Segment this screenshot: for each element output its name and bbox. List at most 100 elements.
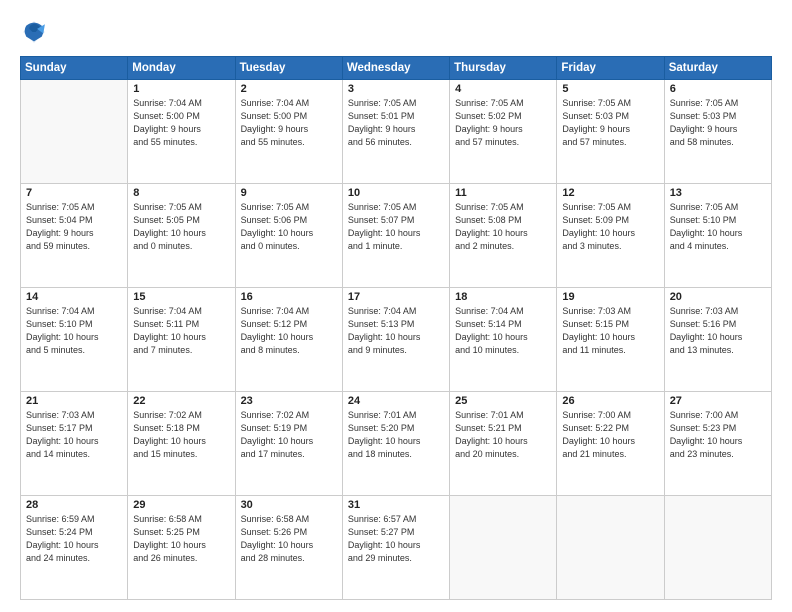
day-number: 9 [241, 187, 337, 199]
header [20, 18, 772, 46]
day-number: 19 [562, 291, 658, 303]
day-number: 22 [133, 395, 229, 407]
calendar-cell: 7 Sunrise: 7:05 AM Sunset: 5:04 PM Daylig… [21, 184, 128, 288]
week-row-5: 28 Sunrise: 6:59 AM Sunset: 5:24 PM Dayli… [21, 496, 772, 600]
day-info: Sunrise: 7:01 AM Sunset: 5:20 PM Dayligh… [348, 409, 444, 461]
day-info: Sunrise: 7:03 AM Sunset: 5:15 PM Dayligh… [562, 305, 658, 357]
calendar-cell: 22 Sunrise: 7:02 AM Sunset: 5:18 PM Dayli… [128, 392, 235, 496]
calendar-cell: 18 Sunrise: 7:04 AM Sunset: 5:14 PM Dayli… [450, 288, 557, 392]
day-info: Sunrise: 6:59 AM Sunset: 5:24 PM Dayligh… [26, 513, 122, 565]
day-info: Sunrise: 7:02 AM Sunset: 5:19 PM Dayligh… [241, 409, 337, 461]
day-number: 15 [133, 291, 229, 303]
day-number: 3 [348, 83, 444, 95]
day-number: 25 [455, 395, 551, 407]
weekday-header-row: SundayMondayTuesdayWednesdayThursdayFrid… [21, 57, 772, 80]
day-info: Sunrise: 7:04 AM Sunset: 5:00 PM Dayligh… [241, 97, 337, 149]
day-number: 4 [455, 83, 551, 95]
day-number: 28 [26, 499, 122, 511]
day-number: 7 [26, 187, 122, 199]
calendar-cell: 2 Sunrise: 7:04 AM Sunset: 5:00 PM Daylig… [235, 80, 342, 184]
day-info: Sunrise: 7:02 AM Sunset: 5:18 PM Dayligh… [133, 409, 229, 461]
weekday-header-wednesday: Wednesday [342, 57, 449, 80]
calendar-cell: 24 Sunrise: 7:01 AM Sunset: 5:20 PM Dayli… [342, 392, 449, 496]
day-number: 26 [562, 395, 658, 407]
day-info: Sunrise: 7:03 AM Sunset: 5:17 PM Dayligh… [26, 409, 122, 461]
day-info: Sunrise: 7:05 AM Sunset: 5:04 PM Dayligh… [26, 201, 122, 253]
calendar-cell: 8 Sunrise: 7:05 AM Sunset: 5:05 PM Daylig… [128, 184, 235, 288]
day-number: 23 [241, 395, 337, 407]
calendar-table: SundayMondayTuesdayWednesdayThursdayFrid… [20, 56, 772, 600]
calendar-cell: 21Sunrise: 7:03 AM Sunset: 5:17 PM Dayli… [21, 392, 128, 496]
calendar-cell: 15 Sunrise: 7:04 AM Sunset: 5:11 PM Dayli… [128, 288, 235, 392]
day-info: Sunrise: 7:01 AM Sunset: 5:21 PM Dayligh… [455, 409, 551, 461]
day-number: 17 [348, 291, 444, 303]
calendar-cell: 3 Sunrise: 7:05 AM Sunset: 5:01 PM Daylig… [342, 80, 449, 184]
page: SundayMondayTuesdayWednesdayThursdayFrid… [0, 0, 792, 612]
day-info: Sunrise: 7:05 AM Sunset: 5:09 PM Dayligh… [562, 201, 658, 253]
day-number: 11 [455, 187, 551, 199]
calendar-cell: 11 Sunrise: 7:05 AM Sunset: 5:08 PM Dayli… [450, 184, 557, 288]
day-info: Sunrise: 6:58 AM Sunset: 5:25 PM Dayligh… [133, 513, 229, 565]
weekday-header-sunday: Sunday [21, 57, 128, 80]
day-number: 12 [562, 187, 658, 199]
day-number: 10 [348, 187, 444, 199]
day-number: 24 [348, 395, 444, 407]
logo-icon [20, 18, 48, 46]
day-number: 5 [562, 83, 658, 95]
day-info: Sunrise: 7:04 AM Sunset: 5:14 PM Dayligh… [455, 305, 551, 357]
calendar-cell: 6Sunrise: 7:05 AM Sunset: 5:03 PM Daylig… [664, 80, 771, 184]
day-info: Sunrise: 7:05 AM Sunset: 5:01 PM Dayligh… [348, 97, 444, 149]
week-row-3: 14 Sunrise: 7:04 AM Sunset: 5:10 PM Dayli… [21, 288, 772, 392]
calendar-cell: 9 Sunrise: 7:05 AM Sunset: 5:06 PM Daylig… [235, 184, 342, 288]
day-number: 2 [241, 83, 337, 95]
day-number: 8 [133, 187, 229, 199]
calendar-cell: 5 Sunrise: 7:05 AM Sunset: 5:03 PM Daylig… [557, 80, 664, 184]
day-number: 20 [670, 291, 766, 303]
day-info: Sunrise: 7:05 AM Sunset: 5:08 PM Dayligh… [455, 201, 551, 253]
day-info: Sunrise: 7:00 AM Sunset: 5:23 PM Dayligh… [670, 409, 766, 461]
day-info: Sunrise: 7:05 AM Sunset: 5:07 PM Dayligh… [348, 201, 444, 253]
day-info: Sunrise: 7:04 AM Sunset: 5:00 PM Dayligh… [133, 97, 229, 149]
day-info: Sunrise: 6:58 AM Sunset: 5:26 PM Dayligh… [241, 513, 337, 565]
day-info: Sunrise: 7:04 AM Sunset: 5:10 PM Dayligh… [26, 305, 122, 357]
calendar-cell: 17 Sunrise: 7:04 AM Sunset: 5:13 PM Dayli… [342, 288, 449, 392]
calendar-cell [21, 80, 128, 184]
day-info: Sunrise: 7:05 AM Sunset: 5:03 PM Dayligh… [670, 97, 766, 149]
day-number: 18 [455, 291, 551, 303]
day-info: Sunrise: 7:05 AM Sunset: 5:10 PM Dayligh… [670, 201, 766, 253]
calendar-cell: 10 Sunrise: 7:05 AM Sunset: 5:07 PM Dayli… [342, 184, 449, 288]
day-number: 16 [241, 291, 337, 303]
logo [20, 18, 52, 46]
weekday-header-saturday: Saturday [664, 57, 771, 80]
calendar-cell: 19 Sunrise: 7:03 AM Sunset: 5:15 PM Dayli… [557, 288, 664, 392]
weekday-header-thursday: Thursday [450, 57, 557, 80]
calendar-cell: 23 Sunrise: 7:02 AM Sunset: 5:19 PM Dayli… [235, 392, 342, 496]
day-number: 31 [348, 499, 444, 511]
day-info: Sunrise: 7:04 AM Sunset: 5:11 PM Dayligh… [133, 305, 229, 357]
day-info: Sunrise: 7:05 AM Sunset: 5:05 PM Dayligh… [133, 201, 229, 253]
calendar-cell: 31 Sunrise: 6:57 AM Sunset: 5:27 PM Dayli… [342, 496, 449, 600]
week-row-4: 21Sunrise: 7:03 AM Sunset: 5:17 PM Dayli… [21, 392, 772, 496]
calendar-cell: 27 Sunrise: 7:00 AM Sunset: 5:23 PM Dayli… [664, 392, 771, 496]
calendar-cell [557, 496, 664, 600]
day-number: 1 [133, 83, 229, 95]
day-number: 29 [133, 499, 229, 511]
weekday-header-monday: Monday [128, 57, 235, 80]
calendar-cell: 12 Sunrise: 7:05 AM Sunset: 5:09 PM Dayli… [557, 184, 664, 288]
day-number: 14 [26, 291, 122, 303]
day-info: Sunrise: 6:57 AM Sunset: 5:27 PM Dayligh… [348, 513, 444, 565]
calendar-cell: 4Sunrise: 7:05 AM Sunset: 5:02 PM Daylig… [450, 80, 557, 184]
day-info: Sunrise: 7:04 AM Sunset: 5:13 PM Dayligh… [348, 305, 444, 357]
week-row-2: 7 Sunrise: 7:05 AM Sunset: 5:04 PM Daylig… [21, 184, 772, 288]
day-info: Sunrise: 7:05 AM Sunset: 5:06 PM Dayligh… [241, 201, 337, 253]
calendar-cell: 20Sunrise: 7:03 AM Sunset: 5:16 PM Dayli… [664, 288, 771, 392]
weekday-header-friday: Friday [557, 57, 664, 80]
day-number: 27 [670, 395, 766, 407]
calendar-cell [450, 496, 557, 600]
day-info: Sunrise: 7:05 AM Sunset: 5:03 PM Dayligh… [562, 97, 658, 149]
day-info: Sunrise: 7:00 AM Sunset: 5:22 PM Dayligh… [562, 409, 658, 461]
calendar-cell: 14 Sunrise: 7:04 AM Sunset: 5:10 PM Dayli… [21, 288, 128, 392]
day-number: 13 [670, 187, 766, 199]
week-row-1: 1 Sunrise: 7:04 AM Sunset: 5:00 PM Daylig… [21, 80, 772, 184]
calendar-cell: 16Sunrise: 7:04 AM Sunset: 5:12 PM Dayli… [235, 288, 342, 392]
